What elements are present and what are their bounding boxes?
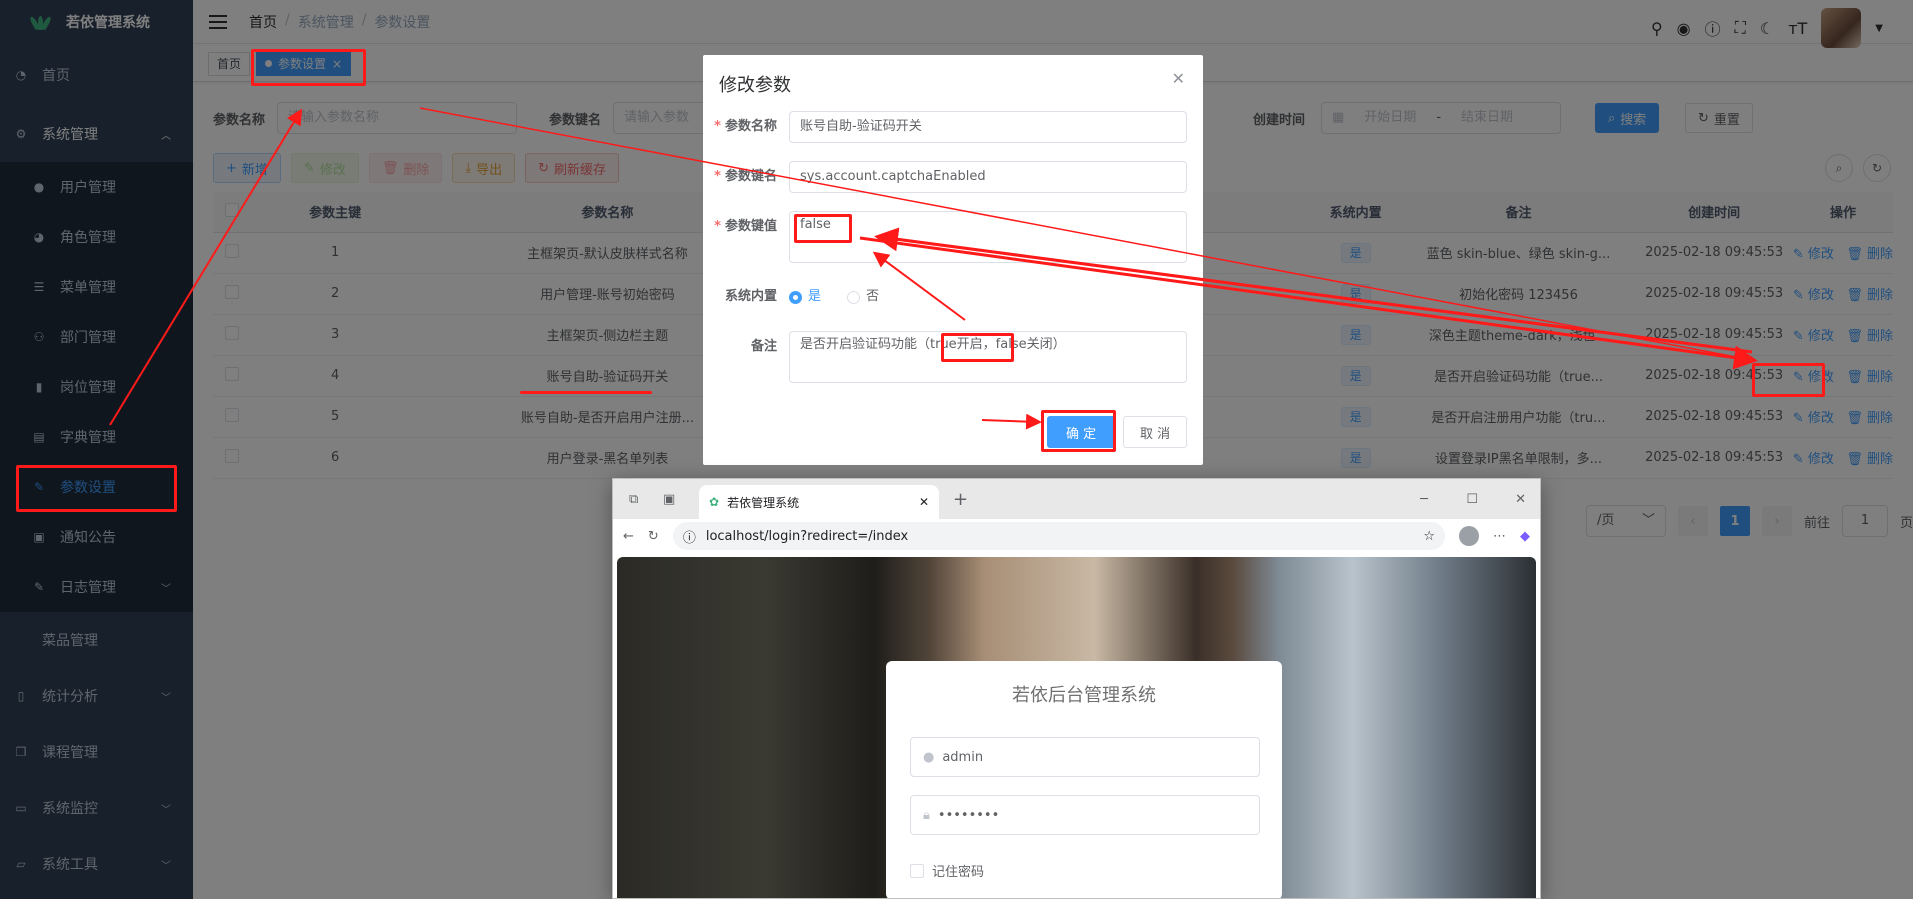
- annotation-box-sidebar: [16, 465, 177, 512]
- builtin-radio-group: 是 否: [789, 281, 901, 317]
- minimize-icon[interactable]: ─: [1420, 492, 1428, 507]
- builtin-label: 系统内置: [724, 289, 777, 304]
- username-input[interactable]: ● admin: [910, 737, 1260, 777]
- info-icon: ⓘ: [682, 530, 696, 546]
- param-name-label: * 参数名称: [714, 119, 777, 134]
- annotation-box-edit: [1752, 363, 1825, 397]
- remember-checkbox[interactable]: 记住密码: [910, 861, 984, 880]
- address-bar: ← ↻ ⓘ localhost/login?redirect=/index ☆ …: [613, 519, 1540, 553]
- new-tab-icon[interactable]: +: [953, 489, 968, 510]
- password-input[interactable]: 🔒︎ ••••••••: [910, 795, 1260, 835]
- param-name-input[interactable]: 账号自助-验证码开关: [789, 111, 1187, 143]
- param-value-label: * 参数键值: [714, 219, 777, 234]
- param-key-label: * 参数键名: [714, 169, 777, 184]
- more-icon[interactable]: ⋯: [1493, 529, 1506, 544]
- browser-tabbar: ⧉ ▣ ✿ 若依管理系统 ✕ + ─ ☐ ✕: [613, 479, 1540, 519]
- url-field[interactable]: ⓘ localhost/login?redirect=/index ☆: [672, 522, 1445, 550]
- annotation-box-value: [794, 214, 852, 243]
- user-icon: ●: [923, 749, 935, 765]
- workspaces-icon[interactable]: ⧉: [629, 492, 638, 507]
- login-form: 若依后台管理系统 ● admin 🔒︎ •••••••• 记住密码: [886, 661, 1282, 898]
- close-icon[interactable]: ✕: [1172, 69, 1185, 88]
- browser-tab[interactable]: ✿ 若依管理系统 ✕: [699, 485, 939, 519]
- param-key-input[interactable]: sys.account.captchaEnabled: [789, 161, 1187, 193]
- back-icon[interactable]: ←: [623, 529, 634, 544]
- edit-config-dialog: 修改参数 ✕ * 参数名称 账号自助-验证码开关 * 参数键名 sys.accoun…: [703, 55, 1203, 465]
- cancel-button[interactable]: 取 消: [1123, 416, 1188, 448]
- browser-window: ⧉ ▣ ✿ 若依管理系统 ✕ + ─ ☐ ✕ ← ↻ ⓘ localhost/l…: [612, 478, 1541, 899]
- close-icon[interactable]: ✕: [919, 495, 929, 509]
- builtin-yes-radio[interactable]: 是: [789, 281, 821, 313]
- tab-actions-icon[interactable]: ▣: [663, 492, 675, 507]
- annotation-underline: [520, 391, 652, 394]
- annotation-box-tag: [251, 49, 366, 86]
- star-icon[interactable]: ☆: [1423, 529, 1435, 544]
- annotation-box-confirm: [1041, 410, 1116, 452]
- reload-icon[interactable]: ↻: [648, 529, 659, 544]
- dialog-title: 修改参数: [719, 75, 791, 96]
- leaf-favicon-icon: ✿: [709, 495, 720, 509]
- login-title: 若依后台管理系统: [1012, 685, 1156, 706]
- builtin-no-radio[interactable]: 否: [847, 281, 879, 313]
- annotation-box-remark: [941, 333, 1014, 362]
- close-window-icon[interactable]: ✕: [1515, 492, 1526, 507]
- remark-label: 备注: [750, 339, 777, 354]
- profile-icon[interactable]: [1459, 526, 1479, 546]
- login-page: 若依后台管理系统 ● admin 🔒︎ •••••••• 记住密码: [617, 557, 1536, 898]
- lock-icon: 🔒︎: [923, 807, 930, 823]
- copilot-icon[interactable]: ◆: [1520, 529, 1530, 544]
- maximize-icon[interactable]: ☐: [1466, 492, 1478, 507]
